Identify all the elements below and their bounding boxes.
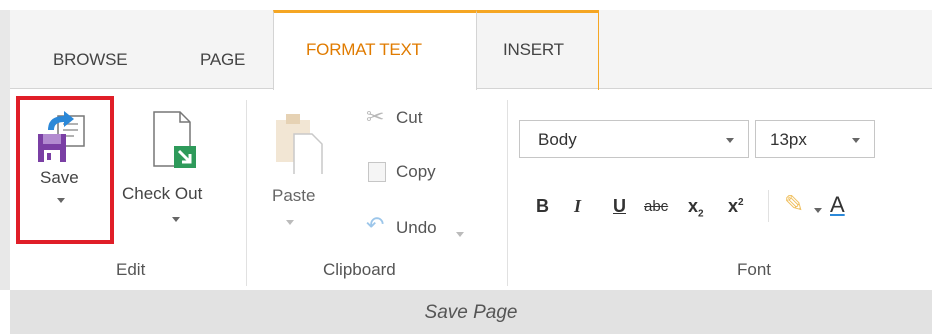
caption-text: Save Page: [424, 302, 518, 323]
format-divider: [768, 190, 769, 222]
paste-button[interactable]: Paste: [260, 100, 340, 240]
tab-format-text[interactable]: FORMAT TEXT: [273, 10, 477, 90]
copy-button[interactable]: Copy: [362, 158, 462, 188]
check-out-icon: [153, 111, 196, 168]
group-divider: [507, 100, 508, 286]
group-label-font: Font: [737, 260, 772, 279]
undo-button[interactable]: ↶ Undo: [362, 212, 482, 242]
ribbon-body: Save Check Out Edit Paste ✂ Cut Copy ↶ U…: [10, 90, 932, 286]
tab-insert[interactable]: INSERT: [477, 10, 599, 90]
tab-page[interactable]: PAGE: [200, 50, 245, 70]
subscript-x: x: [688, 196, 699, 216]
undo-label: Undo: [396, 218, 437, 237]
superscript-mark: 2: [738, 197, 744, 208]
left-edge: [0, 10, 10, 290]
chevron-down-icon: [456, 232, 464, 237]
strikethrough-button[interactable]: abc: [644, 198, 668, 215]
tab-browse[interactable]: BROWSE: [53, 50, 128, 70]
cut-button[interactable]: ✂ Cut: [362, 104, 462, 134]
save-highlight-frame: [16, 96, 114, 244]
italic-button[interactable]: I: [574, 196, 581, 217]
group-divider: [246, 100, 247, 286]
style-select-value: Body: [538, 130, 577, 149]
tab-format-text-label: FORMAT TEXT: [306, 40, 422, 59]
check-out-label: Check Out: [122, 184, 203, 203]
check-out-button[interactable]: Check Out: [116, 100, 228, 240]
style-select[interactable]: Body: [519, 120, 749, 158]
paste-label: Paste: [272, 186, 316, 205]
chevron-down-icon: [286, 220, 294, 225]
group-label-edit: Edit: [116, 260, 146, 279]
tab-insert-label: INSERT: [503, 40, 564, 59]
subscript-mark: 2: [698, 208, 704, 220]
chevron-down-icon: [852, 138, 860, 143]
size-select-value: 13px: [770, 130, 807, 149]
copy-icon: [368, 162, 386, 182]
bold-button[interactable]: B: [536, 196, 549, 217]
ribbon-frame: BROWSE PAGE FORMAT TEXT INSERT Save Chec…: [0, 0, 932, 334]
caption-bar: Save Page: [10, 290, 932, 334]
chevron-down-icon: [726, 138, 734, 143]
size-select[interactable]: 13px: [755, 120, 875, 158]
chevron-down-icon: [814, 208, 822, 213]
superscript-button[interactable]: x2: [728, 196, 744, 217]
group-label-clipboard: Clipboard: [323, 260, 396, 279]
underline-button[interactable]: U: [613, 196, 626, 217]
copy-label: Copy: [396, 162, 436, 181]
superscript-x: x: [728, 196, 739, 216]
undo-icon: ↶: [366, 212, 385, 237]
chevron-down-icon: [172, 217, 180, 222]
highlight-icon[interactable]: ✎: [784, 190, 804, 219]
cut-label: Cut: [396, 108, 423, 127]
paste-icon: [276, 114, 323, 174]
font-color-button[interactable]: A: [830, 192, 845, 218]
scissors-icon: ✂: [366, 104, 385, 129]
subscript-button[interactable]: x2: [688, 196, 704, 220]
